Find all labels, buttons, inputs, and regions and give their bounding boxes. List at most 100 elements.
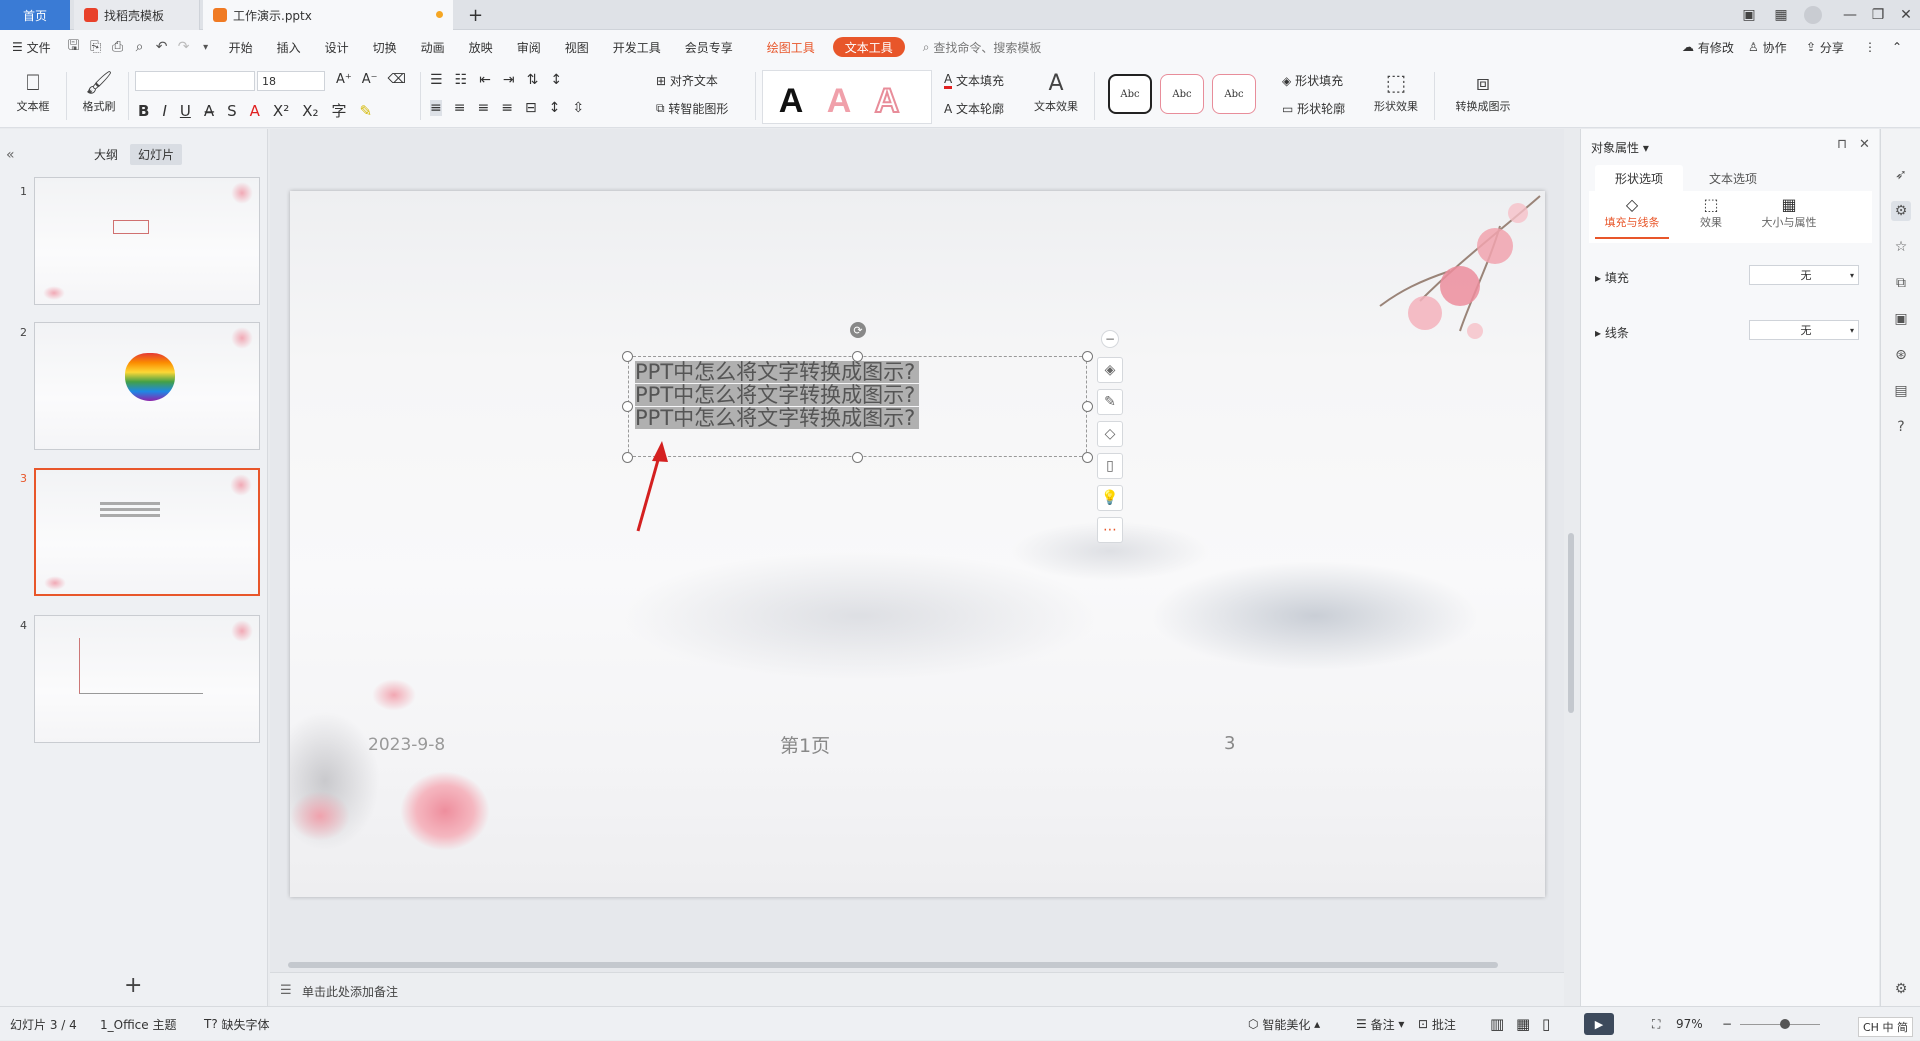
layers-icon[interactable]: ◈ [1097, 357, 1123, 383]
zoom-level[interactable]: 97% [1676, 1007, 1703, 1041]
sub-tab-size[interactable]: ▦ 大小与属性 [1749, 195, 1829, 230]
justify-icon[interactable]: ≡ [501, 100, 513, 116]
bold-icon[interactable]: B [138, 102, 149, 120]
wordart-outline[interactable]: A [865, 79, 909, 123]
slide-thumbnail-4[interactable] [34, 615, 260, 743]
menu-member[interactable]: 会员专享 [673, 30, 745, 64]
wordart-pink[interactable]: A [817, 79, 861, 123]
notes-placeholder[interactable]: 单击此处添加备注 [302, 983, 398, 1000]
preview-icon[interactable]: ⌕ [129, 36, 151, 58]
panel-title[interactable]: 对象属性 ▾ [1591, 139, 1649, 156]
text-line[interactable]: PPT中怎么将文字转换成图示? [635, 361, 920, 383]
clear-format-icon[interactable]: ⌫ [388, 72, 406, 87]
text-line[interactable]: PPT中怎么将文字转换成图示? [635, 407, 920, 429]
smart-shape-button[interactable]: ⧉ 转智能图形 [656, 100, 728, 117]
textbox-button[interactable]: ⎕ 文本框 [10, 70, 56, 114]
resize-handle[interactable] [1082, 351, 1093, 362]
text-direction-icon[interactable]: ⇅ [527, 72, 539, 88]
star-icon[interactable]: ☆ [1891, 237, 1911, 257]
close-icon[interactable]: ✕ [1890, 0, 1920, 30]
comments-toggle[interactable]: ⊡ 批注 [1418, 1007, 1456, 1041]
undo-icon[interactable]: ↶ [151, 36, 173, 58]
missing-font-button[interactable]: T? 缺失字体 [204, 1007, 270, 1041]
vertical-scrollbar[interactable] [1566, 138, 1576, 958]
menu-review[interactable]: 审阅 [505, 30, 553, 64]
chevron-down-icon[interactable]: ▾ [195, 36, 217, 58]
tab-document[interactable]: 工作演示.pptx [203, 0, 453, 30]
export-icon[interactable]: ⎘ [85, 36, 107, 58]
align-right-icon[interactable]: ≡ [477, 100, 489, 116]
menu-transition[interactable]: 切换 [361, 30, 409, 64]
tab-outline[interactable]: 大纲 [86, 144, 126, 165]
align-center-icon[interactable]: ≡ [454, 100, 466, 116]
pin-icon[interactable]: ⊓ [1837, 137, 1847, 152]
selected-textbox[interactable]: PPT中怎么将文字转换成图示? PPT中怎么将文字转换成图示? PPT中怎么将文… [628, 356, 1087, 457]
redo-icon[interactable]: ↷ [173, 36, 195, 58]
resize-handle[interactable] [852, 351, 863, 362]
align-left-icon[interactable]: ≡ [430, 100, 442, 116]
shape-style-2[interactable]: Abc [1160, 74, 1204, 114]
line-spacing-icon[interactable]: ↕ [549, 100, 561, 116]
shape-effect-button[interactable]: ⬚ 形状效果 [1364, 70, 1428, 114]
add-slide-icon[interactable]: + [124, 973, 142, 998]
menu-animation[interactable]: 动画 [409, 30, 457, 64]
frame-icon[interactable]: ▯ [1097, 453, 1123, 479]
fill-section-toggle[interactable]: ▸ 填充 [1595, 269, 1629, 286]
slide-thumbnail-3[interactable] [34, 468, 260, 596]
notes-toggle[interactable]: ☰ 备注 ▾ [1356, 1007, 1404, 1041]
font-color-icon[interactable]: A [250, 102, 260, 120]
scrollbar-thumb[interactable] [1568, 533, 1574, 713]
help-icon[interactable]: ? [1891, 417, 1911, 437]
underline-icon[interactable]: U [180, 102, 191, 120]
highlight-icon[interactable]: ✎ [360, 102, 373, 120]
menu-design[interactable]: 设计 [313, 30, 361, 64]
wordart-black[interactable]: A [769, 79, 813, 123]
smart-beautify-button[interactable]: ⬡ 智能美化 ▴ [1248, 1007, 1320, 1041]
image-icon[interactable]: ▣ [1891, 309, 1911, 329]
reading-view-icon[interactable]: ▯ [1542, 1007, 1550, 1041]
superscript-icon[interactable]: X² [273, 102, 289, 120]
print-icon[interactable]: ⎙ [107, 36, 129, 58]
collapse-toolbar-icon[interactable]: − [1101, 330, 1119, 348]
collapse-ribbon-icon[interactable]: ⌃ [1880, 30, 1914, 64]
tab-slides[interactable]: 幻灯片 [130, 144, 183, 165]
zoom-out-icon[interactable]: − [1722, 1007, 1732, 1041]
layout-icon[interactable]: ▣ [1733, 0, 1765, 30]
shrink-font-icon[interactable]: A⁻ [362, 72, 378, 87]
para-spacing-icon[interactable]: ⇳ [572, 100, 584, 116]
collab-button[interactable]: ♙ 协作 [1736, 30, 1799, 64]
rocket-icon[interactable]: ➶ [1891, 165, 1911, 185]
tab-home[interactable]: 首页 [0, 0, 70, 30]
slide-thumbnail-2[interactable] [34, 322, 260, 450]
text-line[interactable]: PPT中怎么将文字转换成图示? [635, 384, 920, 406]
bullet-list-icon[interactable]: ☰ [430, 72, 443, 88]
avatar[interactable] [1797, 0, 1829, 30]
resize-handle[interactable] [1082, 401, 1093, 412]
theme-name[interactable]: 1_Office 主题 [100, 1007, 176, 1041]
settings-icon[interactable]: ⚙ [1891, 979, 1911, 999]
normal-view-icon[interactable]: ▥ [1490, 1007, 1504, 1041]
notes-bar[interactable]: ☰ 单击此处添加备注 [270, 972, 1564, 1006]
increase-indent-icon[interactable]: ⇥ [503, 72, 515, 88]
fill-icon[interactable]: ◇ [1097, 421, 1123, 447]
convert-diagram-button[interactable]: ⧈ 转换成图示 [1444, 70, 1522, 114]
sub-tab-fill-line[interactable]: ◇ 填充与线条 [1595, 195, 1669, 239]
menu-insert[interactable]: 插入 [265, 30, 313, 64]
text-outline-button[interactable]: A 文本轮廓 [944, 100, 1004, 117]
pen-icon[interactable]: ✎ [1097, 389, 1123, 415]
line-section-toggle[interactable]: ▸ 线条 [1595, 324, 1629, 341]
resize-handle[interactable] [852, 452, 863, 463]
text-fill-button[interactable]: A 文本填充 [944, 72, 1004, 89]
more-options-icon[interactable]: ⋯ [1097, 517, 1123, 543]
share-button[interactable]: ⇪ 分享 [1794, 30, 1856, 64]
menu-draw-tool[interactable]: 绘图工具 [755, 30, 827, 64]
zoom-slider-thumb[interactable] [1780, 1019, 1790, 1029]
scrollbar-thumb[interactable] [288, 962, 1498, 968]
rotate-handle-icon[interactable]: ⟳ [850, 322, 866, 338]
shape-outline-button[interactable]: ▭ 形状轮廓 [1282, 100, 1345, 117]
grow-font-icon[interactable]: A⁺ [336, 72, 352, 87]
menu-view[interactable]: 视图 [553, 30, 601, 64]
sort-icon[interactable]: ↕ [550, 72, 562, 88]
phonetic-icon[interactable]: 字 [332, 100, 347, 121]
close-icon[interactable]: ✕ [1859, 137, 1870, 152]
